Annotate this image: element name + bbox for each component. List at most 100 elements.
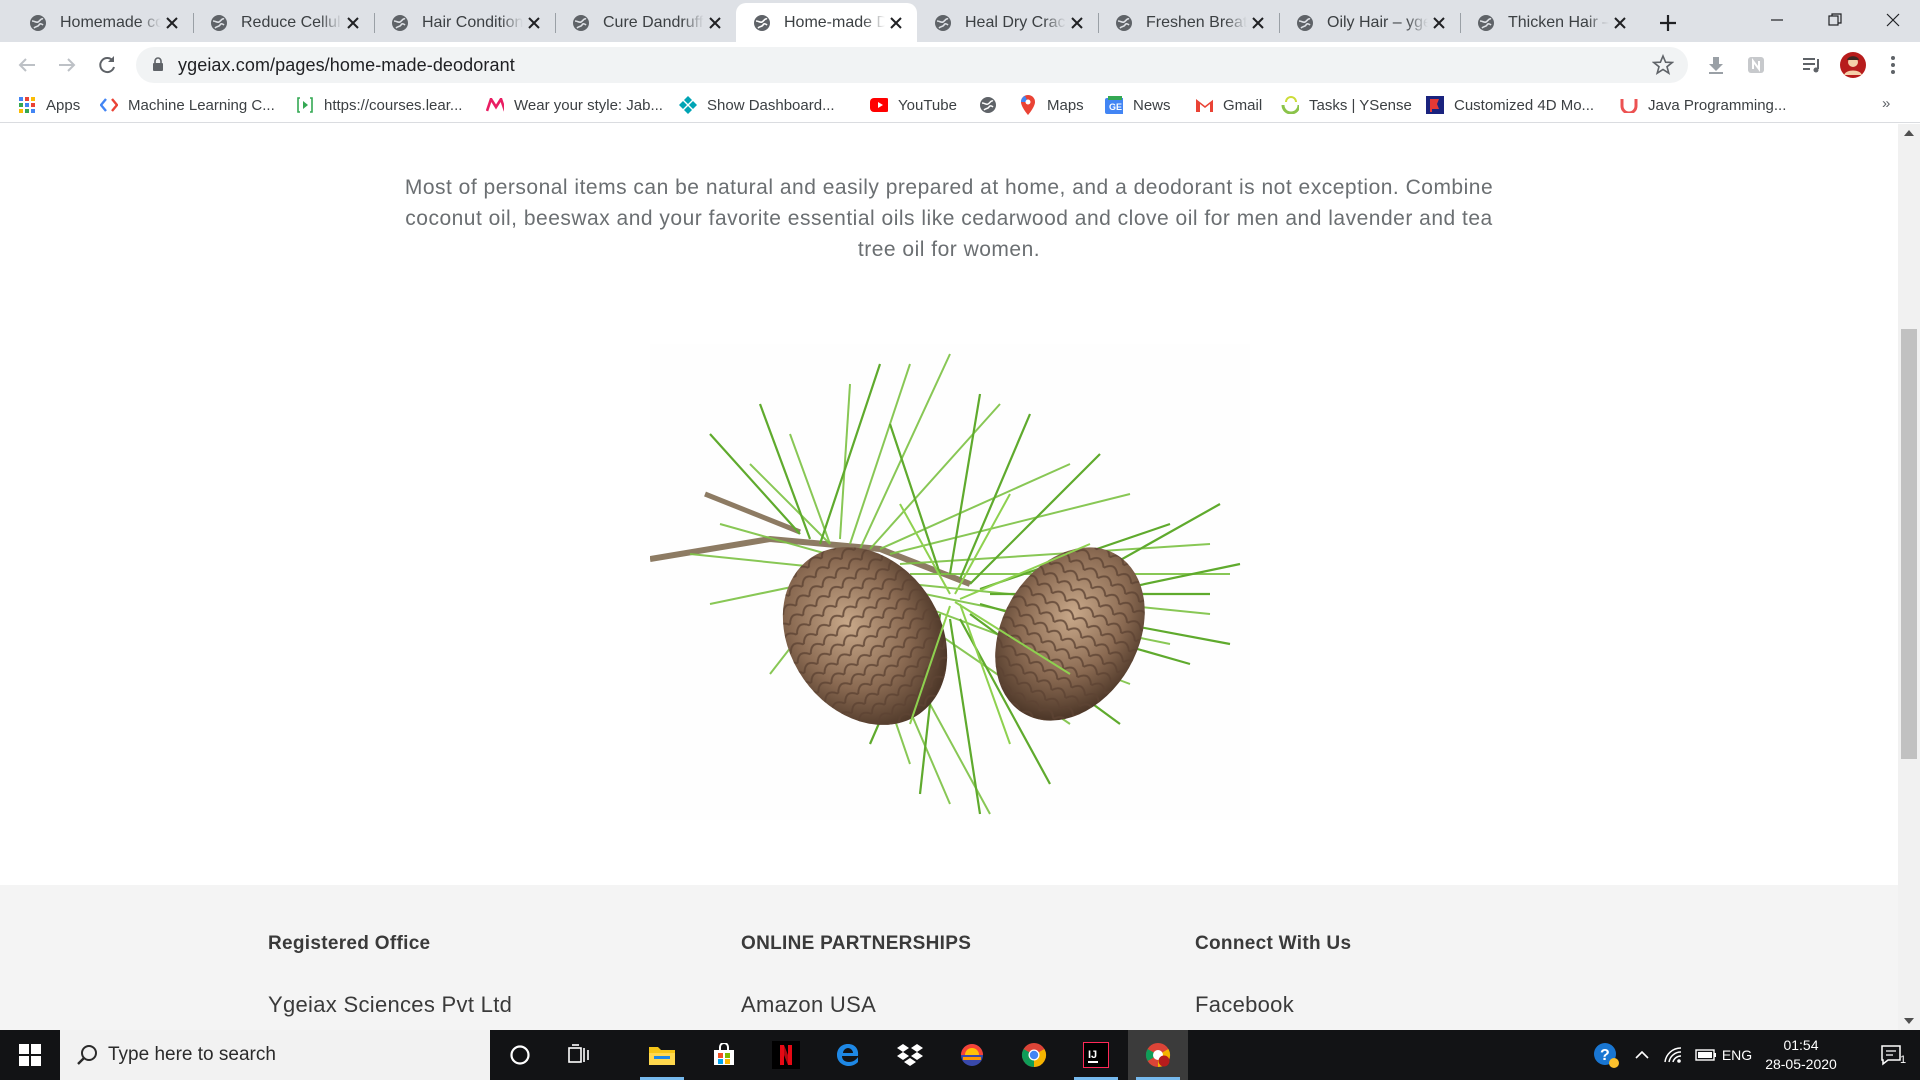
globe-icon	[392, 14, 408, 31]
reload-icon	[99, 56, 115, 74]
show-hidden-icons-button[interactable]	[1628, 1030, 1656, 1080]
close-icon[interactable]	[1428, 12, 1450, 34]
tab-title: Cure Dandruff	[603, 13, 704, 31]
bookmark-java-programming[interactable]: Java Programming...	[1620, 93, 1786, 117]
tab-8[interactable]: Thicken Hair – ygeiax	[1460, 3, 1641, 42]
bookmark-ysense[interactable]: Tasks | YSense	[1281, 93, 1412, 117]
triangle-up-icon	[1904, 130, 1914, 136]
close-icon[interactable]	[704, 12, 726, 34]
cortana-icon	[510, 1045, 530, 1065]
minimize-button[interactable]	[1748, 0, 1806, 40]
taskbar-edge[interactable]	[818, 1030, 878, 1080]
taskbar-netflix[interactable]	[756, 1030, 816, 1080]
action-center-button[interactable]: 1	[1864, 1030, 1920, 1080]
taskbar-chrome[interactable]	[1004, 1030, 1064, 1080]
tab-1[interactable]: Reduce Cellulite	[193, 3, 375, 42]
taskbar-dropbox[interactable]	[880, 1030, 940, 1080]
page-scrollbar[interactable]	[1898, 124, 1920, 1030]
url-text[interactable]: ygeiax.com/pages/home-made-deodorant	[178, 55, 515, 76]
tab-4-active[interactable]: Home-made Deodorant	[736, 3, 917, 42]
bookmark-news[interactable]: GE News	[1105, 93, 1171, 117]
store-bag-icon	[714, 1043, 734, 1065]
taskbar-chrome-active[interactable]	[1128, 1030, 1188, 1080]
bookmark-label: Wear your style: Jab...	[514, 96, 663, 114]
bookmark-dashboard[interactable]: Show Dashboard...	[679, 93, 835, 117]
task-view-icon	[568, 1044, 589, 1063]
close-icon[interactable]	[1609, 12, 1631, 34]
close-icon[interactable]	[523, 12, 545, 34]
system-clock[interactable]: 01:54 28-05-2020	[1756, 1036, 1846, 1074]
media-controls-button[interactable]	[1797, 50, 1827, 80]
taskbar-store[interactable]	[694, 1030, 754, 1080]
close-icon[interactable]	[1247, 12, 1269, 34]
gmail-icon	[1195, 96, 1213, 114]
tab-3[interactable]: Cure Dandruff	[555, 3, 736, 42]
tab-5[interactable]: Heal Dry Cracked	[917, 3, 1099, 42]
start-button[interactable]	[0, 1030, 60, 1080]
footer-link[interactable]: Facebook	[1195, 992, 1294, 1018]
bookmarks-overflow-button[interactable]: »	[1882, 95, 1890, 112]
cortana-button[interactable]	[490, 1030, 550, 1080]
tab-title: Oily Hair – ygeiax	[1327, 13, 1428, 31]
help-tray-button[interactable]: ?	[1588, 1030, 1624, 1080]
tab-2[interactable]: Hair Conditioner	[374, 3, 556, 42]
chevron-up-icon	[1635, 1051, 1649, 1059]
scroll-down-button[interactable]	[1898, 1012, 1920, 1030]
chrome-menu-button[interactable]	[1878, 50, 1908, 80]
search-placeholder[interactable]: Type here to search	[108, 1044, 276, 1066]
close-icon	[1886, 13, 1900, 27]
restore-button[interactable]	[1806, 0, 1864, 40]
download-extension-button[interactable]	[1701, 50, 1731, 80]
flag-icon	[1426, 96, 1444, 114]
bookmark-myntra[interactable]: Wear your style: Jab...	[486, 93, 663, 117]
close-icon[interactable]	[342, 12, 364, 34]
new-tab-button[interactable]	[1652, 7, 1684, 39]
bookmark-apps[interactable]: Apps	[18, 93, 80, 117]
bookmark-courses[interactable]: https://courses.lear...	[296, 93, 462, 117]
arrow-right-icon	[59, 58, 76, 72]
help-question-icon: ?	[1594, 1043, 1619, 1068]
taskbar-intellij[interactable]: IJ	[1066, 1030, 1126, 1080]
scrollbar-thumb[interactable]	[1901, 329, 1917, 759]
bookmark-machine-learning[interactable]: Machine Learning C...	[100, 93, 275, 117]
forward-button[interactable]	[50, 48, 84, 82]
kebab-menu-icon	[1891, 56, 1895, 74]
intellij-icon: IJ	[1083, 1042, 1109, 1068]
tab-7[interactable]: Oily Hair – ygeiax	[1279, 3, 1461, 42]
profile-avatar-button[interactable]	[1838, 50, 1868, 80]
task-view-button[interactable]	[550, 1030, 610, 1080]
star-icon[interactable]	[1652, 54, 1674, 76]
bookmark-label: Customized 4D Mo...	[1454, 96, 1595, 114]
tab-0[interactable]: Homemade conditioner	[12, 3, 194, 42]
arrow-left-icon	[18, 58, 35, 72]
footer-link[interactable]: Ygeiax Sciences Pvt Ltd	[268, 992, 512, 1018]
footer-link[interactable]: Amazon USA	[741, 992, 876, 1018]
tab-title: Freshen Breath	[1146, 13, 1247, 31]
bookmark-gmail[interactable]: Gmail	[1195, 93, 1262, 117]
bookmark-youtube[interactable]: YouTube	[870, 93, 957, 117]
close-window-button[interactable]	[1864, 0, 1920, 40]
network-tray-button[interactable]	[1658, 1030, 1688, 1080]
browser-toolbar: ygeiax.com/pages/home-made-deodorant	[0, 42, 1920, 87]
tab-strip: Homemade conditioner Reduce Cellulite Ha…	[0, 0, 1920, 42]
web-page: Most of personal items can be natural an…	[0, 124, 1898, 1030]
close-icon[interactable]	[1066, 12, 1088, 34]
battery-icon	[1695, 1049, 1716, 1061]
bookmark-label: Apps	[46, 96, 81, 114]
address-bar[interactable]: ygeiax.com/pages/home-made-deodorant	[136, 47, 1688, 83]
back-button[interactable]	[10, 48, 44, 82]
language-indicator[interactable]: ENG	[1718, 1030, 1756, 1080]
taskbar-search[interactable]: Type here to search	[60, 1030, 490, 1080]
dropbox-icon	[897, 1044, 923, 1066]
extension-button[interactable]	[1741, 50, 1771, 80]
bookmark-globe[interactable]	[979, 93, 1007, 117]
close-icon[interactable]	[885, 12, 907, 34]
taskbar-file-explorer[interactable]	[632, 1030, 692, 1080]
bookmark-maps[interactable]: Maps	[1019, 93, 1084, 117]
tab-6[interactable]: Freshen Breath	[1098, 3, 1280, 42]
scroll-up-button[interactable]	[1898, 124, 1920, 142]
bookmark-customized-4d[interactable]: Customized 4D Mo...	[1426, 93, 1594, 117]
close-icon[interactable]	[161, 12, 183, 34]
taskbar-app-colorful[interactable]	[942, 1030, 1002, 1080]
reload-button[interactable]	[90, 48, 124, 82]
